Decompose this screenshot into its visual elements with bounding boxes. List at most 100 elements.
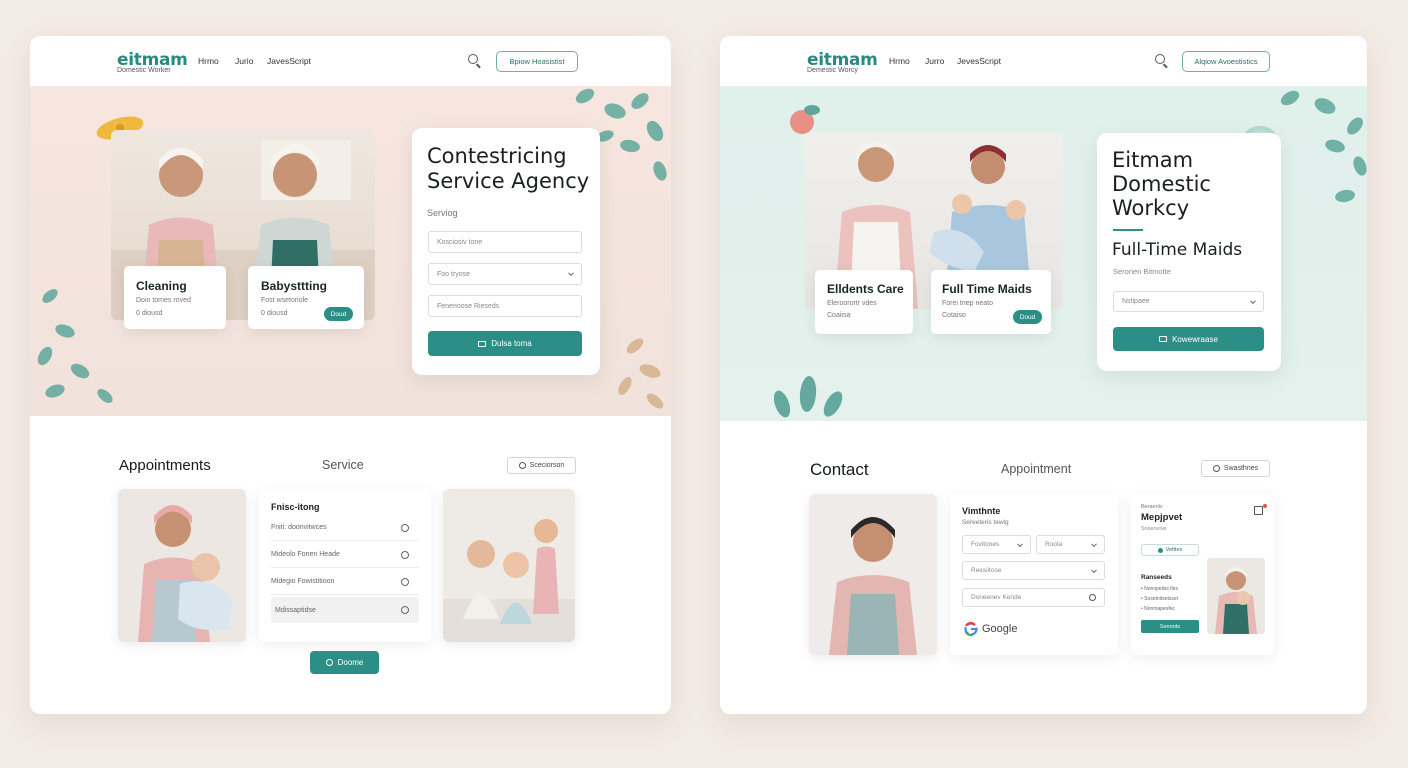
header-action-button[interactable]: Bpiow Hoasistist xyxy=(496,51,578,72)
search-icon xyxy=(1212,465,1220,472)
form-label: Serviog xyxy=(427,208,458,218)
search-field[interactable]: Doneenev Kende xyxy=(962,588,1105,607)
role-value: Roola xyxy=(1045,541,1062,548)
list-item-label: Fniti: doonvitwces xyxy=(271,524,327,531)
profile-list-item: • Nonnpeliss ifes xyxy=(1141,586,1179,592)
profile-list-item: • Sosetnitsetsser xyxy=(1141,596,1179,602)
chevron-down-icon xyxy=(568,270,574,277)
contact-form-subtitle: Sereeteris tewlg xyxy=(962,519,1009,526)
hero-section: Elldents Care Eleroorortr vdes Coaiisa F… xyxy=(720,86,1367,421)
section-subtitle[interactable]: Appointment xyxy=(1001,462,1071,476)
service-card-elderly-care[interactable]: Elldents Care Eleroorortr vdes Coaiisa xyxy=(815,270,913,334)
calendar-icon xyxy=(478,340,487,347)
form-submit-button[interactable]: Dulsa toma xyxy=(428,331,582,356)
section-search-label: Sceciorson xyxy=(529,462,565,469)
list-item[interactable]: Mideolo Fonen Heade xyxy=(271,542,419,568)
profile-list-item-label: Nonmapesfec xyxy=(1144,606,1175,612)
booking-form-card: Eitmam Domestic Workcy Full-Time Maids S… xyxy=(1097,133,1281,371)
section-search-button[interactable]: Sceciorson xyxy=(507,457,576,474)
brand-tagline: Demestic Worcy xyxy=(807,67,858,74)
list-item[interactable]: Fniti: doonvitwces xyxy=(271,515,419,541)
profile-chip-label: Vetttes xyxy=(1165,547,1183,553)
refresh-icon xyxy=(401,606,409,614)
google-signin-button[interactable]: Google xyxy=(964,622,1017,636)
book-pill-button[interactable]: Doud xyxy=(1013,310,1042,324)
profile-list-item-label: Nonnpeliss ifes xyxy=(1144,586,1179,592)
section-title: Appointments xyxy=(119,457,211,474)
form-title-line1: Eitmam xyxy=(1112,148,1194,172)
form-title-line1: Contestricing xyxy=(427,144,567,168)
search-field-value: Doneenev Kende xyxy=(971,594,1022,601)
dried-leaf-decoration-icon xyxy=(618,338,664,409)
first-name-select[interactable]: Fovitones xyxy=(962,535,1031,554)
role-select[interactable]: Roola xyxy=(1036,535,1105,554)
caregiver-with-baby-illustration-icon xyxy=(138,505,233,642)
profile-photo xyxy=(1207,558,1265,634)
service-card-meta: 0 diousd xyxy=(136,310,163,317)
nav-link-javascript[interactable]: JevesScript xyxy=(957,56,1001,66)
form-title-line2: Service Agency xyxy=(427,169,590,193)
list-item[interactable]: Midegio Fowistitioon xyxy=(271,569,419,595)
form-subtitle: Full-Time Maids xyxy=(1112,240,1243,260)
profile-card: Beraeriic Mepjpvet Soxeceive Vetttes Ran… xyxy=(1131,494,1274,655)
external-link-icon[interactable] xyxy=(1254,506,1263,515)
first-name-value: Fovitones xyxy=(971,541,1000,548)
service-card-meta: Cotaiso xyxy=(942,312,966,319)
service-card-subtitle: Doin tomes roved xyxy=(136,297,191,304)
maid-with-baby-illustration-icon xyxy=(1215,567,1257,634)
contact-form-card: Vimthnte Sereeteris tewlg Fovitones Rool… xyxy=(950,494,1118,655)
nav-link-second[interactable]: Jurro xyxy=(925,56,944,66)
dot-icon xyxy=(1157,547,1163,553)
residence-value: Reesiitose xyxy=(971,567,1002,574)
brand-tagline: Domestic Worker xyxy=(117,67,171,74)
service-card-full-time-maids[interactable]: Full Time Maids Forei tnep neato Cotaiso… xyxy=(931,270,1051,334)
chevron-down-icon xyxy=(1091,566,1097,573)
section-title: Contact xyxy=(810,460,869,479)
service-card-subtitle: Fost wsetoriole xyxy=(261,297,309,304)
hero-section: Cleaning Doin tomes roved 0 diousd Babys… xyxy=(30,86,671,416)
notification-dot xyxy=(1263,504,1267,508)
maid-portrait-illustration-icon xyxy=(829,517,917,655)
schedule-list-card: Fnisc-itong Fniti: doonvitwces Mideolo F… xyxy=(259,489,431,642)
service-card-meta: Coaiisa xyxy=(827,312,851,319)
form-submit-button[interactable]: Kowewraase xyxy=(1113,327,1264,351)
nav-link-home[interactable]: Hrmo xyxy=(198,56,219,66)
nav-link-home[interactable]: Hrmo xyxy=(889,56,910,66)
service-card-babysitting[interactable]: Babysttting Fost wsetoriole 0 diousd Dou… xyxy=(248,266,364,329)
service-card-subtitle: Eleroorortr vdes xyxy=(827,300,877,307)
profile-title: Mepjpvet xyxy=(1141,512,1183,523)
service-select-value: Nstipaee xyxy=(1122,298,1150,305)
service-select[interactable]: Nstipaee xyxy=(1113,291,1264,312)
residence-select[interactable]: Reesiitose xyxy=(962,561,1105,580)
list-item-label: Midegio Fowistitioon xyxy=(271,578,335,585)
profile-list-item: • Nonmapesfec xyxy=(1141,606,1175,612)
form-submit-label: Kowewraase xyxy=(1172,334,1218,344)
profile-chip[interactable]: Vetttes xyxy=(1141,544,1199,556)
chevron-down-icon xyxy=(1250,297,1256,304)
section-search-button[interactable]: Swasthnes xyxy=(1201,460,1270,477)
nav-link-second[interactable]: Jurio xyxy=(235,56,253,66)
reference-input[interactable]: Fenerioose Rieseds xyxy=(428,295,582,317)
search-icon[interactable] xyxy=(1155,54,1165,64)
form-title-line3: Workcy xyxy=(1112,196,1190,220)
list-item-selected[interactable]: Mdissaptidse xyxy=(271,597,419,623)
children-photo xyxy=(443,489,575,642)
service-input[interactable]: Kosciosiv tone xyxy=(428,231,582,253)
search-icon[interactable] xyxy=(468,54,478,64)
section-subtitle[interactable]: Service xyxy=(322,458,364,472)
contact-form-title: Vimthnte xyxy=(962,506,1001,516)
primary-search-button[interactable]: Doome xyxy=(310,651,379,674)
children-illustration-icon xyxy=(443,519,575,642)
nav-link-javascript[interactable]: JavesScript xyxy=(267,56,311,66)
profile-section-title: Ranseeds xyxy=(1141,574,1172,581)
left-page-mockup: eitmam Domestic Worker Hrmo Jurio JavesS… xyxy=(30,36,671,714)
calendar-icon xyxy=(1159,336,1168,342)
profile-subtitle: Soxeceive xyxy=(1141,526,1167,532)
type-select[interactable]: Foo tryose xyxy=(428,263,582,285)
profile-action-button[interactable]: Seoonts xyxy=(1141,620,1199,633)
header-action-button[interactable]: Alqiow Avoestistics xyxy=(1182,51,1270,72)
service-card-cleaning[interactable]: Cleaning Doin tomes roved 0 diousd xyxy=(124,266,226,329)
book-pill-button[interactable]: Doud xyxy=(324,307,353,321)
search-icon xyxy=(325,659,333,666)
service-card-title: Cleaning xyxy=(136,279,187,293)
